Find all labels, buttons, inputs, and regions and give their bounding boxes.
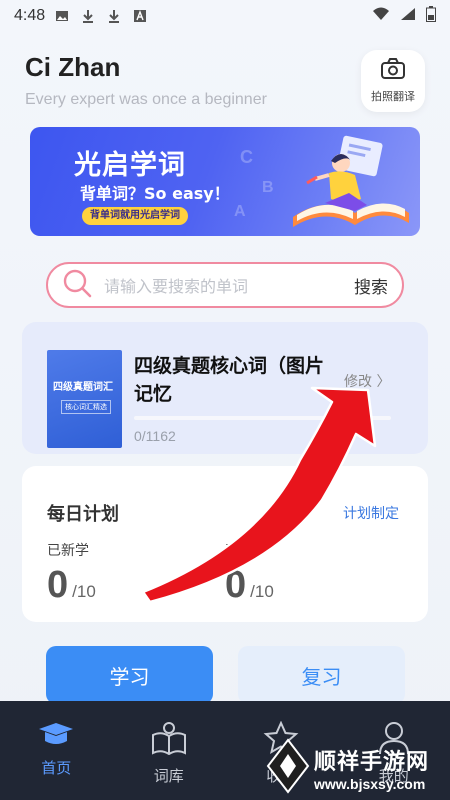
app-title: Ci Zhan — [25, 52, 121, 82]
new-learned-value: 0 — [47, 564, 69, 606]
search-icon — [62, 268, 92, 302]
deco-letter: A — [234, 203, 246, 220]
search-input[interactable]: 请输入要搜索的单词 — [104, 273, 354, 297]
camera-icon — [380, 58, 406, 84]
plan-setup-link[interactable]: 计划制定 — [343, 503, 399, 523]
plan-title: 每日计划 — [47, 504, 119, 525]
banner-subtitle: 背单词？So easy！ — [80, 184, 230, 203]
a-icon — [133, 9, 147, 23]
nav-label-home: 首页 — [41, 759, 72, 777]
current-book-card[interactable]: 四级真题词汇 核心词汇精选 四级真题核心词（图片记忆 修改 〉 0/1162 — [22, 322, 428, 454]
book-cover-title: 四级真题词汇 — [53, 382, 113, 393]
second-stat: 已 0 /10 — [225, 540, 274, 607]
book-progress-bar — [134, 416, 391, 420]
edit-book-link[interactable]: 修改 〉 — [344, 371, 390, 391]
deco-letter: C — [240, 147, 253, 167]
search-bar[interactable]: 请输入要搜索的单词 搜索 — [46, 262, 404, 308]
nav-label-library: 词库 — [153, 767, 184, 785]
book-progress-text: 0/1162 — [134, 428, 176, 444]
deco-letter: B — [262, 179, 274, 196]
book-title: 四级真题核心词（图片记忆 — [134, 355, 325, 405]
status-time: 4:48 — [14, 7, 46, 24]
second-stat-total: /10 — [250, 582, 274, 601]
photo-translate-button[interactable]: 拍照翻译 — [361, 50, 425, 112]
study-button[interactable]: 学习 — [46, 646, 213, 704]
wifi-icon — [372, 7, 390, 25]
daily-plan-card: 每日计划 计划制定 已新学 0 /10 已 0 /10 — [22, 466, 428, 622]
promo-banner[interactable]: C B A 光启学词 背单词？So easy！ 背单词就用光启学词 — [30, 127, 420, 236]
new-learned-label: 已新学 — [47, 543, 89, 559]
graduation-cap-icon — [37, 721, 75, 751]
signal-icon — [400, 7, 416, 25]
image-icon — [55, 9, 69, 23]
banner-title: 光启学词 — [74, 150, 186, 181]
watermark-url: www.bjsxsy.com — [314, 776, 426, 792]
download-icon — [107, 9, 121, 23]
new-learned-stat: 已新学 0 /10 — [47, 540, 96, 607]
search-button[interactable]: 搜索 — [354, 273, 388, 298]
new-learned-total: /10 — [72, 582, 96, 601]
book-icon — [150, 721, 188, 759]
book-cover: 四级真题词汇 核心词汇精选 — [47, 350, 122, 448]
status-bar: 4:48 — [0, 0, 450, 32]
nav-item-home[interactable]: 首页 — [0, 701, 113, 800]
second-stat-value: 0 — [225, 564, 247, 606]
photo-translate-label: 拍照翻译 — [371, 90, 415, 103]
nav-item-library[interactable]: 词库 — [113, 701, 226, 800]
book-cover-subtitle: 核心词汇精选 — [61, 400, 111, 414]
download-icon — [81, 9, 95, 23]
battery-icon — [426, 6, 436, 26]
second-stat-label: 已 — [225, 543, 239, 559]
watermark-text: 顺祥手游网 — [314, 750, 430, 775]
app-subtitle: Every expert was once a beginner — [25, 91, 267, 108]
banner-illustration — [293, 135, 409, 227]
banner-tag: 背单词就用光启学词 — [82, 207, 188, 225]
review-button[interactable]: 复习 — [238, 646, 405, 704]
